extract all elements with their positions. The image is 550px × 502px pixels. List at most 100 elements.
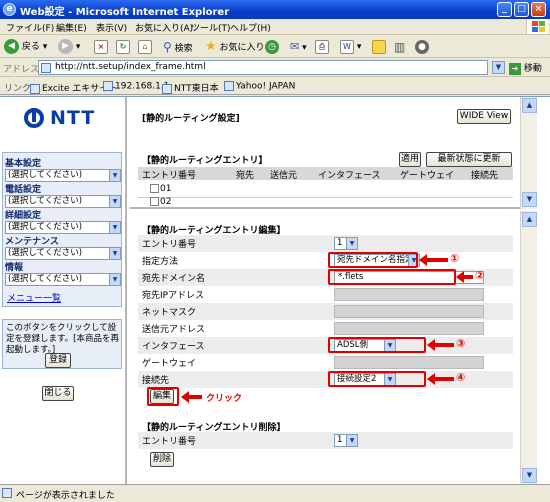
menu-view[interactable]: 表示(V): [96, 21, 127, 34]
col-entry-number: エントリ番号: [142, 171, 197, 181]
menu-tools[interactable]: ツール(T): [191, 21, 231, 34]
stop-icon: ×: [94, 39, 108, 54]
research-icon: ▥: [394, 40, 406, 54]
title-bar: e Web設定 - Microsoft Internet Explorer _ …: [0, 0, 550, 19]
close-button[interactable]: 閉じる: [42, 386, 74, 401]
chevron-down-icon: ▼: [109, 222, 120, 233]
bottom-frame-scrollbar[interactable]: ▲ ▼: [520, 211, 537, 485]
mail-button[interactable]: ✉ ▾: [290, 38, 307, 56]
menu-group-phone: 電話設定 (選択してください) ▼: [5, 182, 121, 208]
annotation-marker-2: ②: [475, 269, 485, 282]
netmask-input[interactable]: [334, 305, 484, 318]
history-icon: ◷: [265, 39, 279, 54]
annotation-arrow-3: [427, 339, 454, 351]
mail-icon: ✉: [290, 40, 300, 53]
menu-list-link[interactable]: メニュー一覧: [7, 291, 61, 304]
click-note: クリック: [206, 394, 243, 404]
messenger-button[interactable]: ●: [415, 38, 429, 56]
address-bar: アドレス(D) http://ntt.setup/index_frame.htm…: [0, 59, 550, 77]
entry-section-title: 【静的ルーティングエントリ】: [142, 156, 268, 166]
annotation-box-4: [328, 371, 426, 387]
close-window-button[interactable]: ×: [531, 2, 546, 17]
go-button[interactable]: ➔ 移動: [509, 61, 542, 75]
home-button[interactable]: ⌂: [138, 38, 152, 56]
entry-table-header: エントリ番号 宛先 送信元 インタフェース ゲートウェイ 接続先: [138, 167, 513, 181]
back-arrow-icon: ◀: [4, 39, 19, 54]
annotation-marker-4: ④: [456, 371, 466, 384]
browser-content: NTT 基本設定 (選択してください) ▼ 電話設定 (選択してください) ▼ 詳細…: [0, 96, 550, 485]
address-dropdown-button[interactable]: ▼: [492, 61, 505, 74]
table-row: 02: [138, 194, 513, 211]
entry-checkbox[interactable]: [150, 197, 159, 206]
annotation-arrow-4: [427, 373, 454, 385]
edit-row-source: 送信元アドレス: [138, 320, 513, 337]
scroll-down-button[interactable]: ▼: [522, 468, 537, 483]
toolbar: ◀ 戻る ▾ ▶ ▾ × ↻ ⌂ ⚲ 検索 ★ お気に入り ◷ ✉ ▾ ⎙ W …: [0, 36, 550, 58]
page-title: [静的ルーティング設定]: [142, 114, 240, 124]
menu-group-maintenance: メンテナンス (選択してください) ▼: [5, 234, 121, 260]
wide-view-button[interactable]: WIDE View: [457, 109, 511, 124]
top-frame: [静的ルーティング設定] WIDE View 【静的ルーティングエントリ】 適用…: [130, 97, 520, 209]
print-button[interactable]: ⎙: [315, 38, 329, 56]
link-yahoo[interactable]: Yahoo! JAPAN: [224, 81, 295, 92]
refresh-status-button[interactable]: 最新状態に更新: [426, 152, 512, 167]
detail-settings-select[interactable]: (選択してください) ▼: [5, 221, 121, 234]
link-router-ip[interactable]: 192.168.1.1: [103, 81, 169, 92]
menu-favorites[interactable]: お気に入り(A): [135, 21, 193, 34]
col-gateway: ゲートウェイ: [400, 171, 455, 181]
menu-file[interactable]: ファイル(F): [6, 21, 54, 34]
forward-button[interactable]: ▶ ▾: [58, 38, 80, 56]
history-button[interactable]: ◷: [265, 38, 279, 56]
menu-edit[interactable]: 編集(E): [56, 21, 87, 34]
register-button[interactable]: 登録: [45, 353, 71, 368]
annotation-arrow-edit: [181, 391, 202, 403]
menu-group-info: 情報 (選択してください) ▼: [5, 260, 121, 286]
star-icon: ★: [205, 39, 217, 54]
delete-entry-select[interactable]: 1 ▼: [334, 434, 358, 447]
scroll-down-button[interactable]: ▼: [522, 192, 537, 207]
go-arrow-icon: ➔: [509, 62, 521, 75]
annotation-box-2: [328, 269, 456, 285]
search-button[interactable]: ⚲ 検索: [163, 38, 193, 56]
note-button[interactable]: [372, 38, 386, 56]
stop-button[interactable]: ×: [94, 38, 108, 56]
minimize-button[interactable]: _: [497, 2, 512, 17]
entry-number-select[interactable]: 1 ▼: [334, 237, 358, 250]
phone-settings-select[interactable]: (選択してください) ▼: [5, 195, 121, 208]
menu-help[interactable]: ヘルプ(H): [230, 21, 271, 34]
back-button[interactable]: ◀ 戻る ▾: [4, 38, 47, 56]
favorites-button[interactable]: ★ お気に入り: [205, 38, 265, 56]
page-icon: [103, 81, 113, 91]
maintenance-select[interactable]: (選択してください) ▼: [5, 247, 121, 260]
source-address-input[interactable]: [334, 322, 484, 335]
ntt-logo: NTT: [24, 107, 106, 131]
basic-settings-select[interactable]: (選択してください) ▼: [5, 169, 121, 182]
entry-checkbox[interactable]: [150, 184, 159, 193]
edit-row-netmask: ネットマスク: [138, 303, 513, 320]
maximize-button[interactable]: □: [514, 2, 529, 17]
link-ntt-east[interactable]: NTT東日本: [162, 81, 219, 94]
info-select[interactable]: (選択してください) ▼: [5, 273, 121, 286]
delete-button[interactable]: 削除: [150, 452, 174, 467]
address-url: http://ntt.setup/index_frame.html: [55, 62, 206, 72]
research-button[interactable]: ▥: [394, 38, 405, 56]
gateway-input[interactable]: [334, 356, 484, 369]
top-frame-scrollbar[interactable]: ▲ ▼: [520, 97, 537, 209]
scroll-up-button[interactable]: ▲: [522, 98, 537, 113]
scroll-up-button[interactable]: ▲: [522, 212, 537, 227]
print-icon: ⎙: [315, 39, 329, 54]
edit-row-dest-ip: 宛先IPアドレス: [138, 286, 513, 303]
apply-button[interactable]: 適用: [399, 152, 421, 167]
refresh-button[interactable]: ↻: [116, 38, 130, 56]
annotation-arrow-2: [456, 271, 473, 283]
word-button[interactable]: W ▾: [340, 38, 361, 56]
col-destination: 宛先: [236, 171, 255, 181]
page-icon: [41, 63, 51, 73]
address-input[interactable]: http://ntt.setup/index_frame.html: [38, 60, 488, 75]
dest-ip-input[interactable]: [334, 288, 484, 301]
menu-group-basic: 基本設定 (選択してください) ▼: [5, 156, 121, 182]
chevron-down-icon: ▼: [109, 248, 120, 259]
col-interface: インタフェース: [318, 171, 381, 181]
chevron-down-icon: ▼: [346, 435, 357, 446]
annotation-arrow-1: [419, 254, 448, 266]
